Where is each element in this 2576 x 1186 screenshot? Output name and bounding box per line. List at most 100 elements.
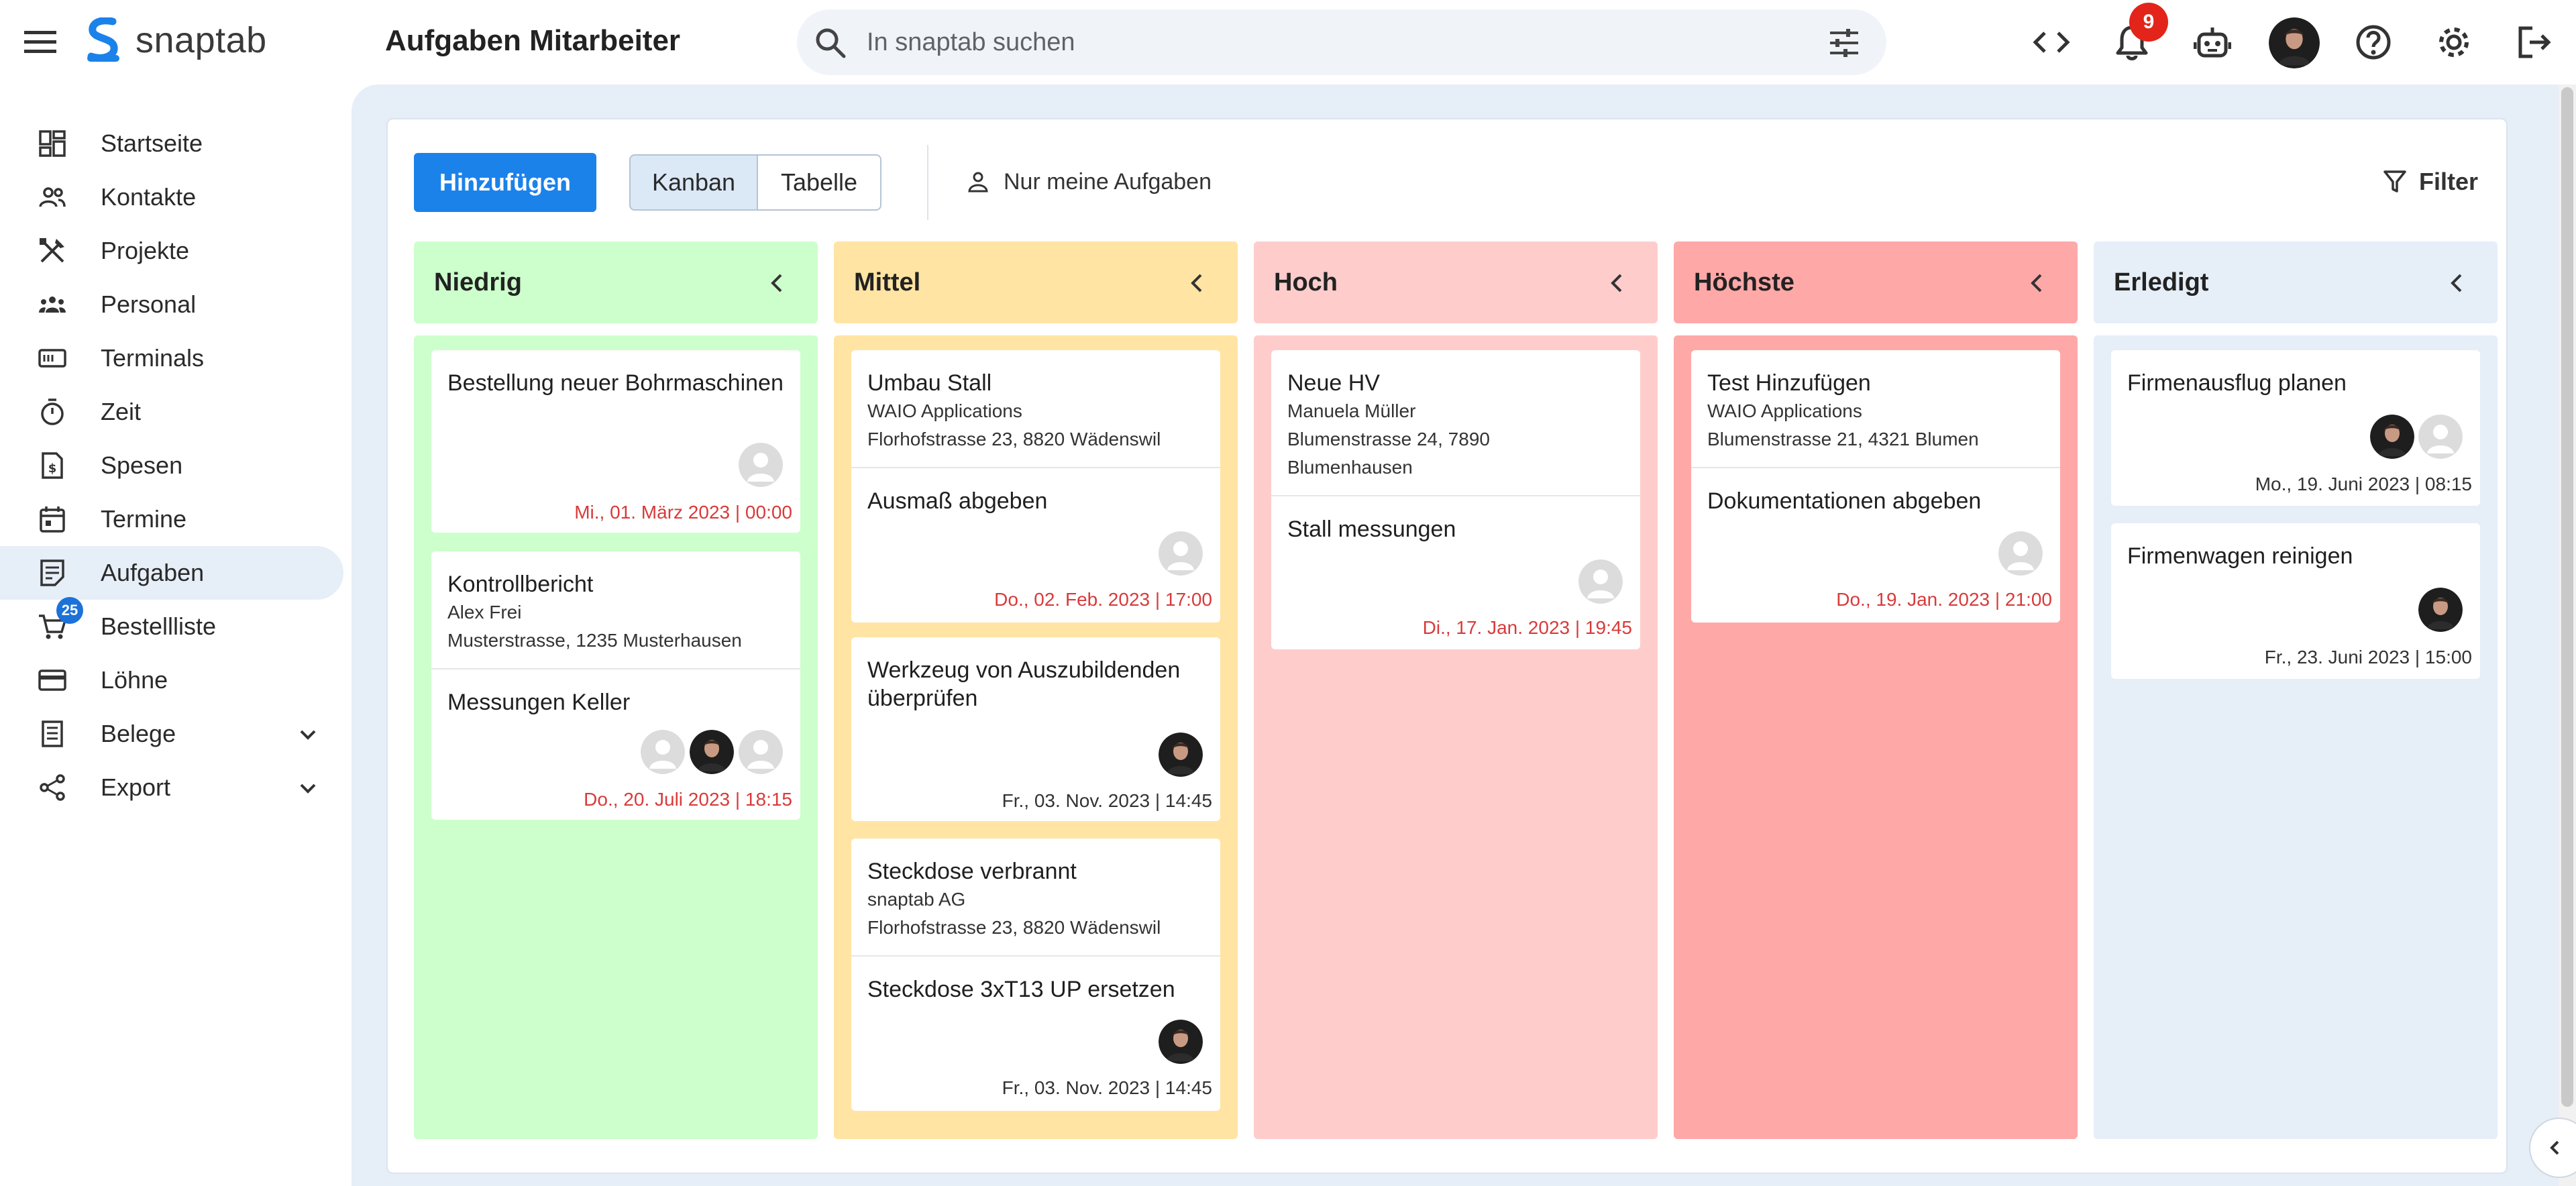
- task-title: Messungen Keller: [447, 690, 631, 715]
- receipt-icon: $: [42, 452, 63, 479]
- terminal-icon: [38, 349, 66, 368]
- task-card[interactable]: Umbau Stall WAIO Applications Florhofstr…: [851, 350, 1220, 623]
- chevron-left-icon[interactable]: [764, 270, 791, 296]
- contact-address-line-1: Blumenstrasse 24, 7890: [1287, 429, 1490, 449]
- sidebar-item-bestellliste[interactable]: 25 Bestellliste: [0, 597, 343, 653]
- share-icon: [40, 774, 65, 801]
- view-kanban-button[interactable]: Kanban: [629, 154, 758, 211]
- column-title: Höchste: [1694, 268, 1794, 296]
- svg-text:$: $: [48, 462, 57, 476]
- code-icon[interactable]: [2030, 21, 2073, 64]
- sidebar-item-label: Zeit: [101, 398, 142, 425]
- column-header-hoechste: Höchste: [1674, 241, 2078, 323]
- column-body-erledigt: Firmenausflug planen Mo., 19. Juni 2023 …: [2094, 335, 2498, 1139]
- sidebar-item-label: Belege: [101, 720, 176, 747]
- contact-address: Florhofstrasse 23, 8820 Wädenswil: [867, 429, 1161, 449]
- task-card[interactable]: Steckdose verbrannt snaptab AG Florhofst…: [851, 839, 1220, 1111]
- add-task-button[interactable]: Hinzufügen: [414, 153, 596, 212]
- settings-gear-icon[interactable]: [2432, 21, 2475, 64]
- assignee-avatar: [739, 730, 783, 774]
- task-card[interactable]: Bestellung neuer Bohrmaschinen Mi., 01. …: [431, 350, 800, 533]
- task-card[interactable]: Test Hinzufügen WAIO Applications Blumen…: [1691, 350, 2060, 623]
- payment-card-icon: [38, 669, 66, 691]
- sidebar-item-terminals[interactable]: Terminals: [0, 331, 343, 385]
- chevron-left-icon[interactable]: [1184, 270, 1211, 296]
- sidebar-item-kontakte[interactable]: Kontakte: [0, 170, 343, 224]
- chevron-left-icon: [2550, 1140, 2559, 1155]
- task-card[interactable]: Firmenwagen reinigen Fr., 23. Juni 2023 …: [2111, 523, 2480, 679]
- search-icon[interactable]: [813, 25, 848, 60]
- app-name: snaptab: [136, 20, 267, 60]
- sidebar-item-zeit[interactable]: Zeit: [0, 385, 343, 439]
- assignee-avatar: [1159, 733, 1203, 777]
- app-logo[interactable]: snaptab: [86, 17, 267, 63]
- view-table-button[interactable]: Tabelle: [758, 154, 881, 211]
- assignee-avatar: [2370, 415, 2414, 459]
- sidebar-item-label: Aufgaben: [101, 559, 205, 586]
- task-card[interactable]: Werkzeug von Auszubildenden überprüfen F…: [851, 637, 1220, 821]
- chevron-left-icon[interactable]: [2444, 270, 2471, 296]
- assignee-avatar: [1578, 559, 1623, 604]
- user-avatar[interactable]: [2269, 17, 2320, 68]
- sidebar-item-belege[interactable]: Belege: [0, 707, 343, 761]
- sidebar-item-aufgaben[interactable]: Aufgaben: [0, 546, 343, 600]
- task-card[interactable]: Kontrollbericht Alex Frei Musterstrasse,…: [431, 551, 800, 820]
- sidebar-item-label: Kontakte: [101, 183, 197, 211]
- my-tasks-label: Nur meine Aufgaben: [1004, 168, 1212, 195]
- tune-icon[interactable]: [1827, 26, 1861, 60]
- task-title: Firmenwagen reinigen: [2127, 543, 2353, 569]
- search-input[interactable]: [867, 23, 1739, 62]
- robot-icon[interactable]: [2191, 21, 2234, 64]
- sidebar-item-label: Projekte: [101, 237, 190, 264]
- timer-icon: [41, 398, 64, 425]
- assignee-avatar: [690, 730, 734, 774]
- filter-icon: [2383, 170, 2406, 193]
- view-toggle: Kanban Tabelle: [629, 154, 881, 211]
- sidebar-item-label: Bestellliste: [101, 612, 217, 640]
- chevron-left-icon[interactable]: [2024, 270, 2051, 296]
- page-scrollbar-thumb[interactable]: [2561, 87, 2573, 1107]
- contact-name: snaptab AG: [867, 889, 966, 910]
- project-title: Steckdose verbrannt: [867, 859, 1077, 884]
- help-icon[interactable]: [2352, 21, 2395, 64]
- sidebar-item-label: Personal: [101, 290, 197, 318]
- column-header-erledigt: Erledigt: [2094, 241, 2498, 323]
- sidebar-item-label: Terminals: [101, 344, 205, 372]
- sidebar-item-termine[interactable]: Termine: [0, 492, 343, 546]
- contact-name: Manuela Müller: [1287, 400, 1416, 421]
- sidebar-item-spesen[interactable]: $ Spesen: [0, 439, 343, 492]
- my-tasks-toggle[interactable]: Nur meine Aufgaben: [966, 165, 1212, 199]
- column-body-niedrig: Bestellung neuer Bohrmaschinen Mi., 01. …: [414, 335, 818, 1139]
- task-title: Stall messungen: [1287, 517, 1456, 542]
- task-title: Dokumentationen abgeben: [1707, 488, 1982, 514]
- task-title: Werkzeug von Auszubildenden überprüfen: [867, 657, 1181, 711]
- task-due-date: Do., 20. Juli 2023 | 18:15: [584, 789, 792, 810]
- task-title: Bestellung neuer Bohrmaschinen: [447, 370, 784, 396]
- sidebar-item-loehne[interactable]: Löhne: [0, 653, 343, 707]
- task-card[interactable]: Firmenausflug planen Mo., 19. Juni 2023 …: [2111, 350, 2480, 506]
- contact-name: WAIO Applications: [1707, 400, 1862, 421]
- menu-icon[interactable]: [21, 25, 59, 59]
- column-title: Mittel: [854, 268, 921, 296]
- sidebar-item-export[interactable]: Export: [0, 761, 343, 814]
- sidebar-item-label: Startseite: [101, 129, 203, 157]
- task-title: Ausmaß abgeben: [867, 488, 1048, 514]
- task-due-date: Do., 02. Feb. 2023 | 17:00: [994, 589, 1212, 610]
- task-due-date: Do., 19. Jan. 2023 | 21:00: [1836, 589, 2052, 610]
- sidebar-item-startseite[interactable]: Startseite: [0, 117, 343, 170]
- sidebar-item-personal[interactable]: Personal: [0, 278, 343, 331]
- contact-name: Alex Frei: [447, 602, 522, 623]
- task-card[interactable]: Neue HV Manuela Müller Blumenstrasse 24,…: [1271, 350, 1640, 649]
- task-due-date: Fr., 03. Nov. 2023 | 14:45: [1002, 1077, 1212, 1098]
- filter-button[interactable]: Filter: [2383, 165, 2478, 199]
- sidebar-item-label: Löhne: [101, 666, 168, 694]
- document-icon: [42, 720, 63, 747]
- contact-address: Blumenstrasse 21, 4321 Blumen: [1707, 429, 1979, 449]
- notification-badge: 9: [2129, 3, 2168, 42]
- logout-icon[interactable]: [2513, 21, 2556, 64]
- sidebar-item-label: Termine: [101, 505, 187, 533]
- sidebar-item-projekte[interactable]: Projekte: [0, 224, 343, 278]
- assignee-avatar: [1998, 531, 2043, 576]
- chevron-left-icon[interactable]: [1604, 270, 1631, 296]
- assignee-avatar: [2418, 415, 2463, 459]
